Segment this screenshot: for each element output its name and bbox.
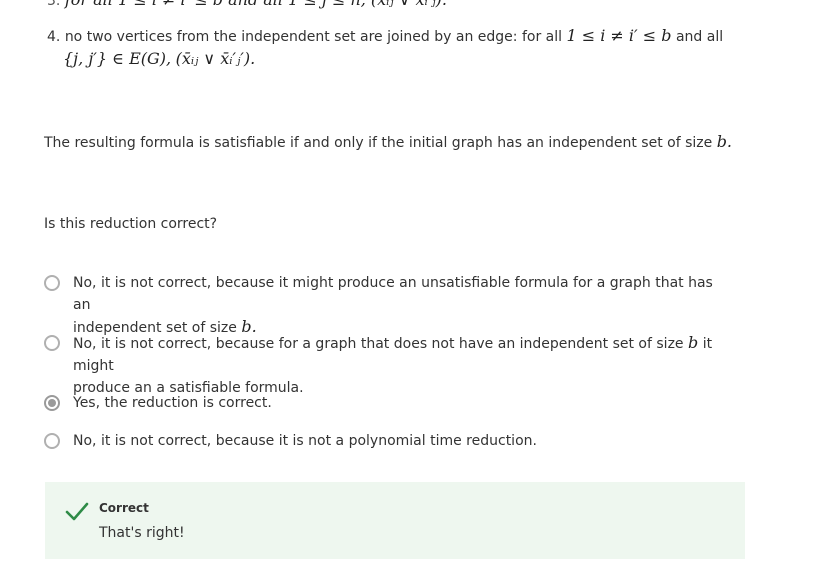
result-math: b. bbox=[716, 132, 733, 151]
option-4-label: No, it is not correct, because it is not… bbox=[73, 433, 537, 449]
result-paragraph: The resulting formula is satisfiable if … bbox=[44, 131, 732, 154]
option-4[interactable]: No, it is not correct, because it is not… bbox=[44, 430, 724, 452]
item-4-number: 4. bbox=[47, 29, 61, 45]
item-3-number: 3. bbox=[47, 0, 61, 9]
radio-button[interactable] bbox=[44, 335, 60, 351]
clipped-item-3: 3. for all 1 ≤ i ≠ i′ ≤ b and all 1 ≤ j … bbox=[47, 0, 447, 10]
item-4-line2: {j, j′} ∈ E(G), (x̄ᵢⱼ ∨ x̄ᵢ′ⱼ′). bbox=[47, 48, 723, 71]
checkmark-icon bbox=[65, 502, 89, 521]
option-2-line1: No, it is not correct, because for a gra… bbox=[73, 332, 724, 377]
feedback-message: That's right! bbox=[99, 525, 185, 541]
option-2-math: b bbox=[687, 333, 699, 352]
item-4-text: no two vertices from the independent set… bbox=[64, 29, 563, 45]
item-3-text: for all 1 ≤ i ≠ i′ ≤ b and all 1 ≤ j ≤ n… bbox=[65, 0, 447, 9]
option-1-line1: No, it is not correct, because it might … bbox=[73, 275, 713, 313]
option-3[interactable]: Yes, the reduction is correct. bbox=[44, 392, 724, 414]
radio-button[interactable] bbox=[44, 433, 60, 449]
item-4-line1: 4. no two vertices from the independent … bbox=[47, 25, 723, 48]
feedback-panel: Correct That's right! bbox=[45, 482, 745, 559]
option-2-line1-text: No, it is not correct, because for a gra… bbox=[73, 336, 684, 352]
item-4-math-edge: {j, j′} ∈ E(G), bbox=[63, 49, 172, 68]
radio-button[interactable] bbox=[44, 275, 60, 291]
radio-button-selected[interactable] bbox=[44, 395, 60, 411]
option-3-label: Yes, the reduction is correct. bbox=[73, 395, 272, 411]
item-4-and-all: and all bbox=[675, 29, 724, 45]
item-4-math-range: 1 ≤ i ≠ i′ ≤ b bbox=[566, 26, 672, 45]
result-text: The resulting formula is satisfiable if … bbox=[44, 135, 713, 151]
question-prompt: Is this reduction correct? bbox=[44, 216, 218, 232]
item-4-math-clause: (x̄ᵢⱼ ∨ x̄ᵢ′ⱼ′). bbox=[175, 49, 256, 68]
option-2[interactable]: No, it is not correct, because for a gra… bbox=[44, 332, 724, 399]
feedback-title: Correct bbox=[99, 501, 149, 515]
option-1-label: No, it is not correct, because it might … bbox=[73, 272, 724, 339]
item-4: 4. no two vertices from the independent … bbox=[47, 25, 723, 71]
quiz-content: 3. for all 1 ≤ i ≠ i′ ≤ b and all 1 ≤ j … bbox=[0, 0, 823, 569]
option-1[interactable]: No, it is not correct, because it might … bbox=[44, 272, 724, 339]
option-2-label: No, it is not correct, because for a gra… bbox=[73, 332, 724, 399]
